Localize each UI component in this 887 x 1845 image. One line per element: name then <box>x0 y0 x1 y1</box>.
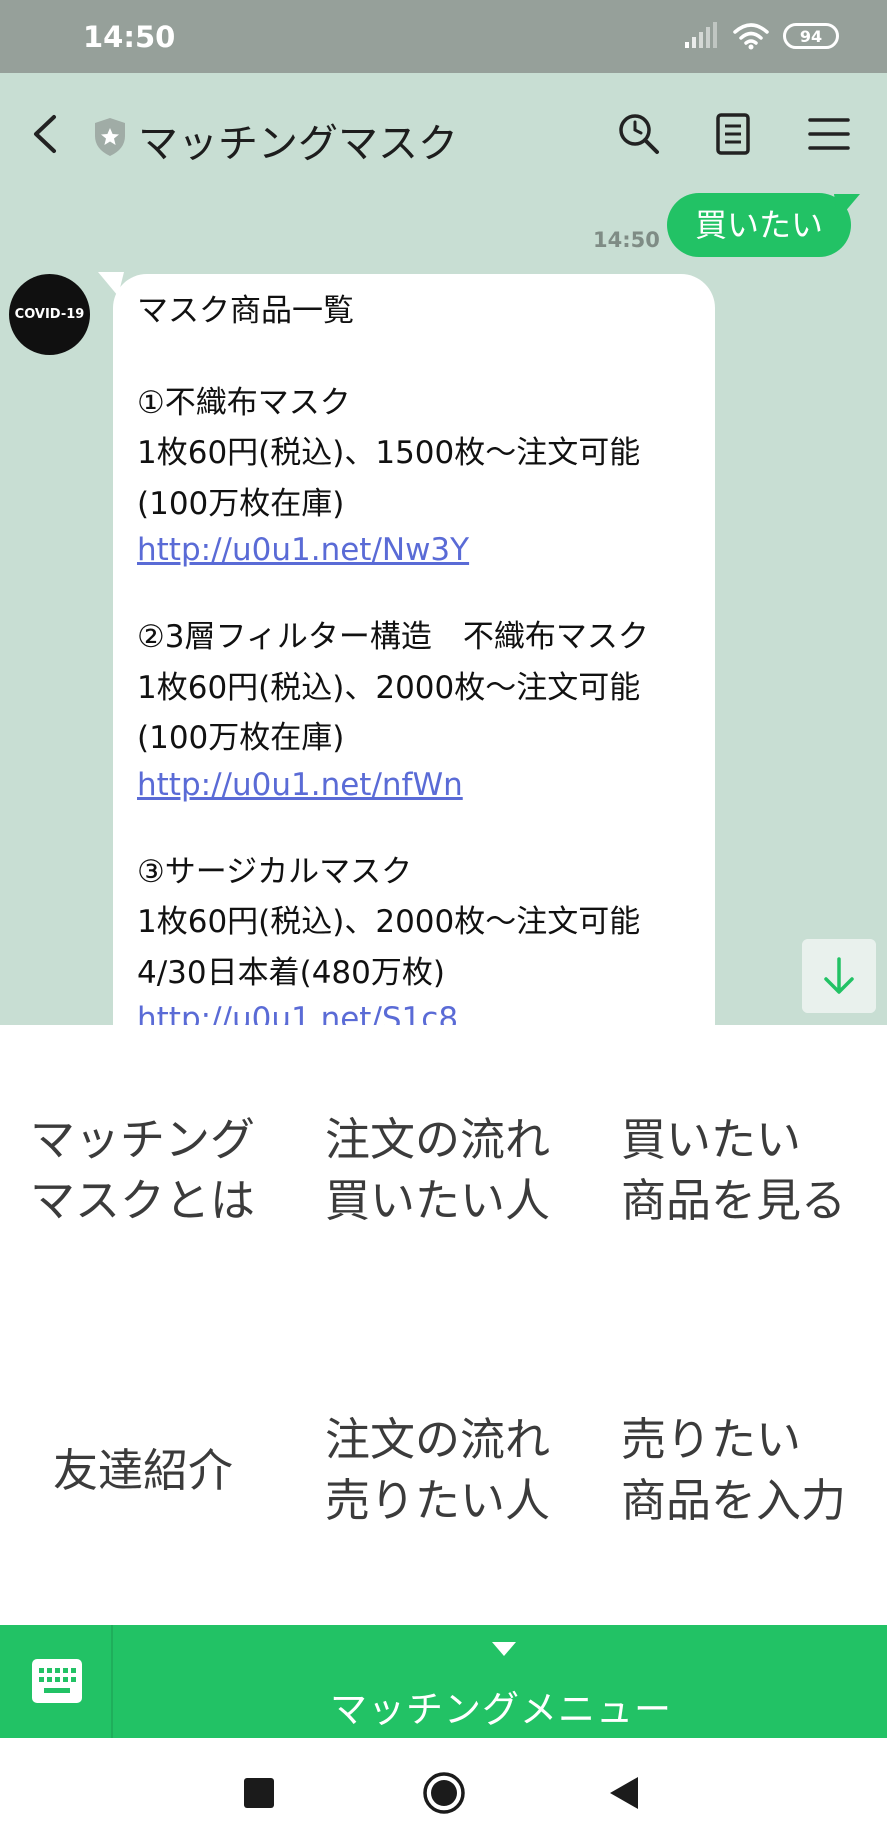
menu-sell-flow-button[interactable]: 注文の流れ 売りたい人 <box>325 1409 550 1531</box>
item-name: ③サージカルマスク <box>137 853 413 890</box>
keyboard-toggle-button[interactable] <box>0 1625 113 1738</box>
item-link[interactable]: http://u0u1.net/nfWn <box>137 767 463 803</box>
item-stock: (100万枚在庫) <box>137 485 345 522</box>
menu-label-line2: 売りたい人 <box>325 1474 551 1527</box>
status-icons: 94 <box>683 22 839 50</box>
item-stock: 4/30日本着(480万枚) <box>137 954 445 991</box>
sent-message-bubble[interactable]: 買いたい <box>667 193 852 257</box>
scroll-to-bottom-button[interactable] <box>802 939 876 1013</box>
search-icon[interactable] <box>616 111 662 157</box>
menu-view-products-button[interactable]: 買いたい 商品を見る <box>621 1109 846 1231</box>
shield-icon <box>95 118 125 156</box>
message-title: マスク商品一覧 <box>137 293 354 329</box>
item-stock: (100万枚在庫) <box>137 720 345 756</box>
rich-menu-bar: マッチングメニュー <box>0 1625 887 1738</box>
menu-enter-products-button[interactable]: 売りたい 商品を入力 <box>621 1409 846 1531</box>
notes-icon[interactable] <box>710 111 756 157</box>
item-link[interactable]: http://u0u1.net/S1c8 <box>137 1001 458 1025</box>
rich-menu-label: マッチングメニュー <box>330 1688 672 1731</box>
avatar[interactable]: COVID-19 <box>9 274 90 355</box>
rich-menu: マッチング マスクとは 注文の流れ 買いたい人 買いたい 商品を見る 友達紹介 … <box>0 1025 887 1625</box>
battery-indicator: 94 <box>783 23 839 49</box>
item-link[interactable]: http://u0u1.net/Nw3Y <box>137 532 469 568</box>
item-price: 1枚60円(税込)、1500枚～注文可能 <box>137 435 641 471</box>
received-message-bubble[interactable]: マスク商品一覧 ①不織布マスク 1枚60円(税込)、1500枚～注文可能 (10… <box>113 274 715 1025</box>
chat-area[interactable]: マッチングマスク 14:50 買いたい COVID-19 マスク商品一覧 ①不織… <box>0 73 887 1025</box>
menu-label-line1: 友達紹介 <box>53 1444 234 1497</box>
rich-menu-toggle[interactable]: マッチングメニュー <box>115 1625 887 1738</box>
recent-apps-icon[interactable] <box>244 1778 274 1808</box>
menu-label-line1: 買いたい <box>621 1113 802 1166</box>
menu-label-line1: 売りたい <box>621 1413 802 1466</box>
sent-message-time: 14:50 <box>593 228 660 252</box>
item-price: 1枚60円(税込)、2000枚～注文可能 <box>137 669 641 706</box>
item-name: ①不織布マスク <box>137 384 351 421</box>
caret-down-icon <box>492 1642 516 1656</box>
keyboard-icon <box>32 1659 82 1703</box>
menu-label-line2: 商品を見る <box>621 1174 847 1227</box>
menu-label-line1: 注文の流れ <box>325 1413 551 1466</box>
status-bar: 14:50 94 <box>0 0 887 73</box>
menu-buy-flow-button[interactable]: 注文の流れ 買いたい人 <box>325 1109 550 1231</box>
wifi-icon <box>733 23 769 50</box>
back-triangle-icon[interactable] <box>608 1775 640 1811</box>
menu-about-button[interactable]: マッチング マスクとは <box>30 1109 255 1231</box>
back-arrow-icon[interactable] <box>26 109 66 159</box>
signal-icon <box>685 22 717 48</box>
battery-level: 94 <box>799 26 823 46</box>
avatar-label: COVID-19 <box>14 307 85 322</box>
sent-bubble-tail <box>834 194 860 220</box>
hamburger-menu-icon[interactable] <box>806 111 852 157</box>
item-name: ②3層フィルター構造 不織布マスク <box>137 619 649 655</box>
menu-label-line1: 注文の流れ <box>325 1113 551 1166</box>
menu-label-line2: 商品を入力 <box>621 1474 847 1527</box>
chat-header: マッチングマスク <box>0 73 887 193</box>
menu-label-line2: マスクとは <box>30 1174 256 1227</box>
menu-refer-friend-button[interactable]: 友達紹介 <box>53 1440 233 1501</box>
item-price: 1枚60円(税込)、2000枚～注文可能 <box>137 904 641 940</box>
home-icon[interactable] <box>422 1771 466 1815</box>
system-nav-bar <box>0 1738 887 1845</box>
menu-label-line1: マッチング <box>30 1113 256 1166</box>
status-time: 14:50 <box>83 20 176 54</box>
chat-room-title: マッチングマスク <box>138 121 458 167</box>
menu-label-line2: 買いたい人 <box>325 1174 551 1227</box>
